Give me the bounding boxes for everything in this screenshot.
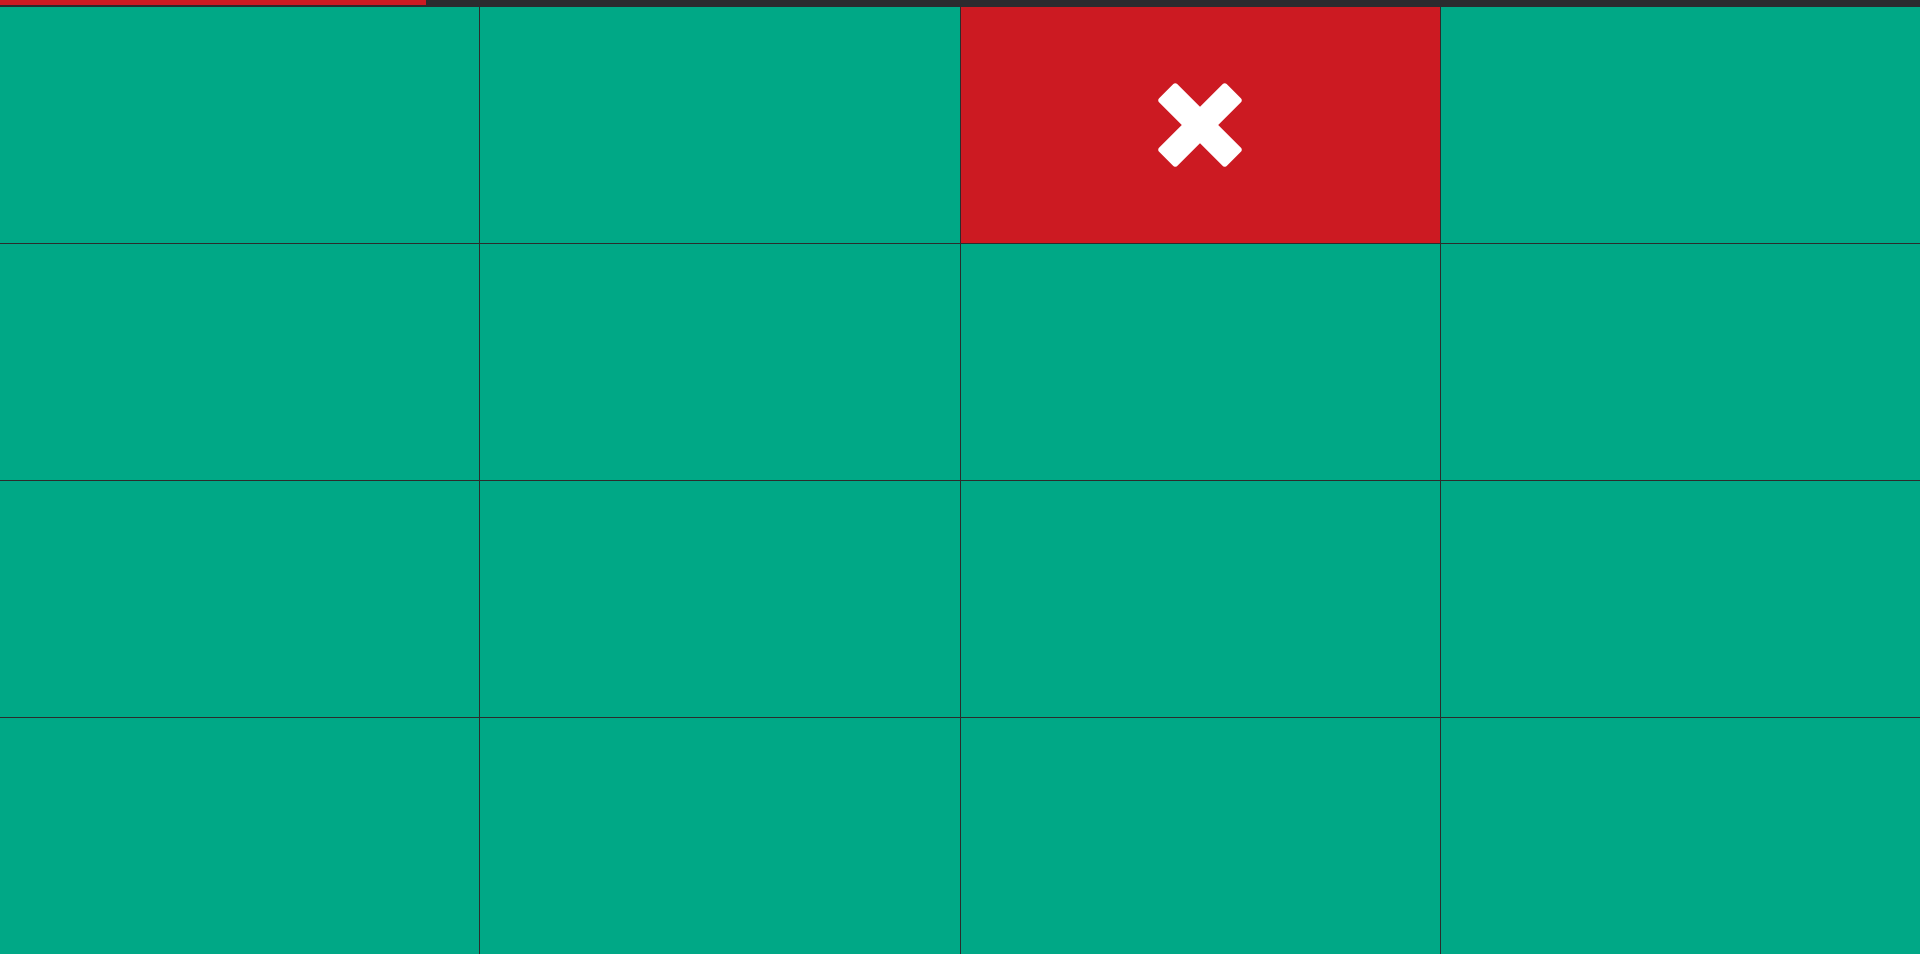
tile-r1-c4[interactable] bbox=[1440, 7, 1920, 243]
tile-r3-c3[interactable] bbox=[960, 481, 1440, 717]
tile-r1-c3[interactable] bbox=[960, 7, 1440, 243]
tile-r4-c1[interactable] bbox=[0, 718, 480, 954]
tile-r2-c3[interactable] bbox=[960, 244, 1440, 480]
tile-r3-c4[interactable] bbox=[1440, 481, 1920, 717]
tile-r2-c1[interactable] bbox=[0, 244, 480, 480]
tile-r3-c1[interactable] bbox=[0, 481, 480, 717]
timer-progress-bar bbox=[0, 0, 1920, 7]
timer-progress-fill bbox=[0, 0, 427, 5]
tile-r4-c4[interactable] bbox=[1440, 718, 1920, 954]
tile-r1-c1[interactable] bbox=[0, 7, 480, 243]
tile-r2-c2[interactable] bbox=[480, 244, 960, 480]
tile-board bbox=[0, 7, 1920, 954]
tile-r2-c4[interactable] bbox=[1440, 244, 1920, 480]
tile-r4-c2[interactable] bbox=[480, 718, 960, 954]
close-icon bbox=[1158, 83, 1242, 167]
tile-r4-c3[interactable] bbox=[960, 718, 1440, 954]
tile-r3-c2[interactable] bbox=[480, 481, 960, 717]
tile-r1-c2[interactable] bbox=[480, 7, 960, 243]
